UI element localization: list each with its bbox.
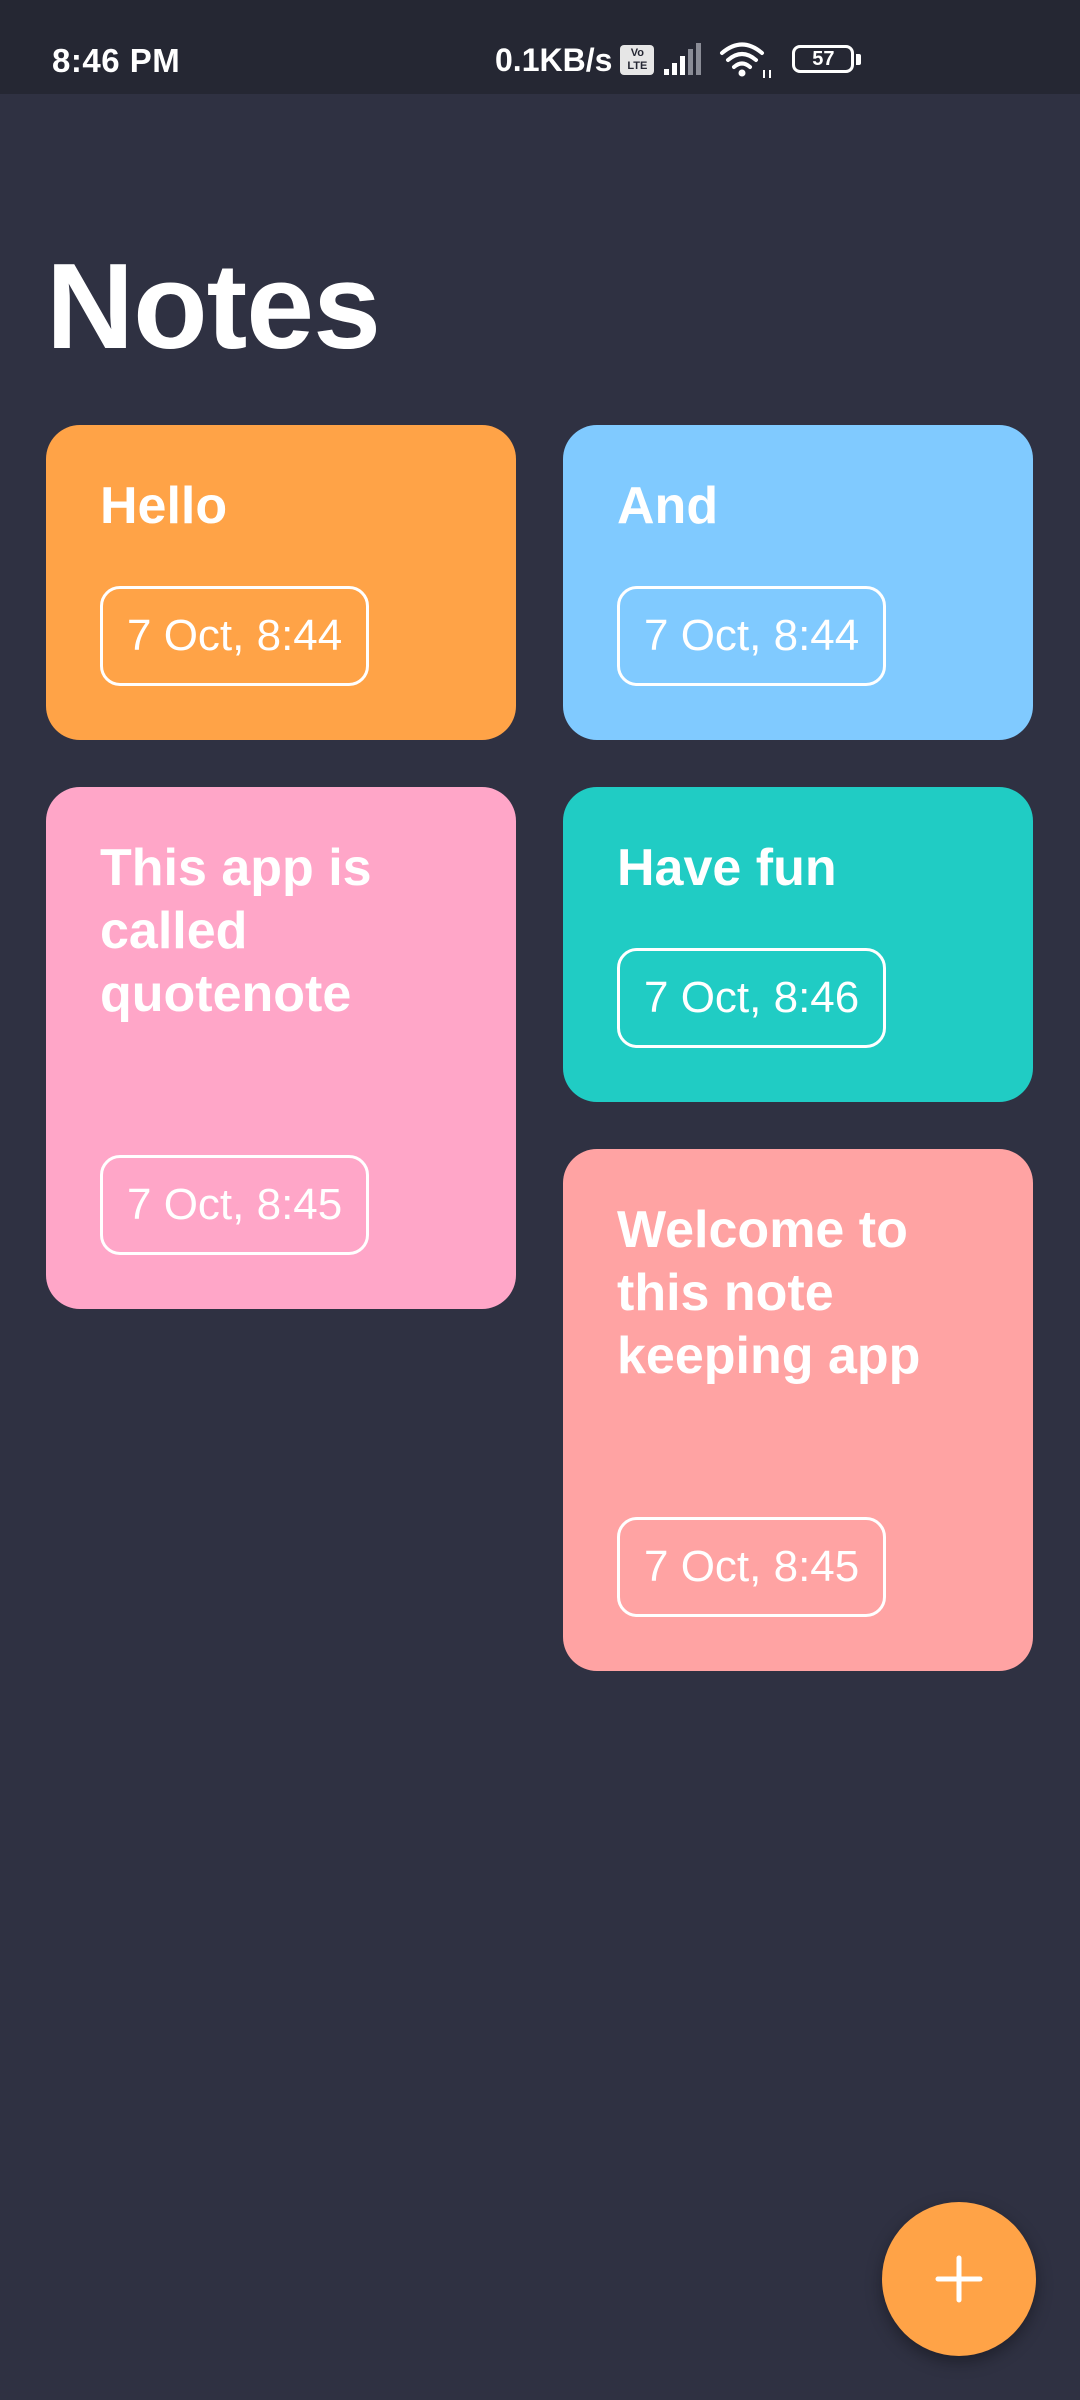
note-date: 7 Oct, 8:44 [617, 586, 887, 686]
note-title: And [617, 477, 719, 535]
battery-level: 57 [812, 48, 835, 70]
note-date: 7 Oct, 8:44 [100, 586, 370, 686]
note-card[interactable]: Have fun 7 Oct, 8:46 [563, 787, 1033, 1102]
plus-icon [935, 2255, 983, 2303]
note-card[interactable]: Welcome to this note keeping app 7 Oct, … [563, 1149, 1033, 1671]
status-icons: 0.1KB/s Vo LTE 57 [495, 40, 862, 80]
note-card[interactable]: And 7 Oct, 8:44 [563, 425, 1033, 740]
note-date: 7 Oct, 8:45 [617, 1517, 887, 1617]
status-bar: 8:46 PM 0.1KB/s Vo LTE 57 [0, 0, 1080, 94]
note-title: Have fun [617, 839, 837, 897]
volte-icon: Vo LTE [620, 45, 655, 75]
volte-label-top: Vo [630, 47, 645, 59]
note-card[interactable]: Hello 7 Oct, 8:44 [46, 425, 516, 740]
note-title: Welcome to this note keeping app [617, 1201, 921, 1385]
note-title: This app is called quotenote [100, 839, 372, 1023]
signal-icon [664, 43, 702, 75]
note-title: Hello [100, 477, 228, 535]
volte-label-bottom: LTE [627, 60, 648, 72]
page-title: Notes [46, 238, 381, 374]
network-speed: 0.1KB/s [495, 41, 613, 78]
status-time: 8:46 PM [52, 42, 181, 79]
battery-icon: 57 [792, 45, 862, 75]
note-card[interactable]: This app is called quotenote 7 Oct, 8:45 [46, 787, 516, 1309]
wifi-icon [720, 42, 772, 78]
add-note-button[interactable] [882, 2202, 1036, 2356]
note-date: 7 Oct, 8:46 [617, 948, 887, 1048]
note-date: 7 Oct, 8:45 [100, 1155, 370, 1255]
